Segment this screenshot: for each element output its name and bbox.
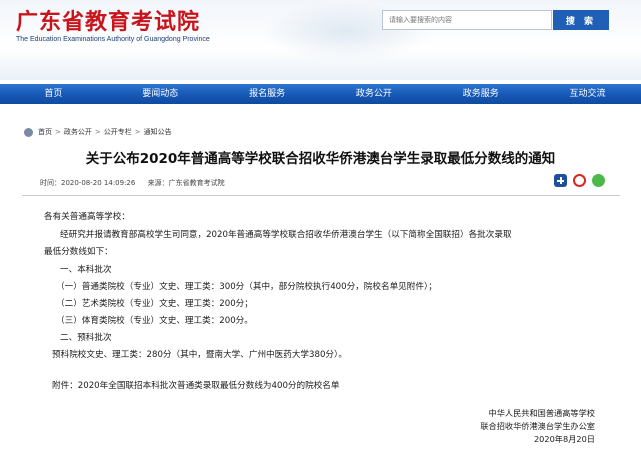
- breadcrumb-notices[interactable]: 通知公告: [144, 127, 172, 137]
- article-source: 来源：广东省教育考试院: [148, 179, 225, 187]
- item-sports: （三）体育类院校（专业）文史、理工类：200分。: [56, 315, 253, 327]
- site-header: 广东省教育考试院 The Education Examinations Auth…: [0, 0, 641, 80]
- main-nav: 首页 要闻动态 报名服务 政务公开 政务服务 互动交流: [0, 84, 641, 104]
- site-title[interactable]: 广东省教育考试院: [16, 4, 200, 36]
- signature: 中华人民共和国普通高等学校 联合招收华侨港澳台学生办公室 2020年8月20日: [480, 407, 595, 446]
- attachment-link[interactable]: 附件：2020年全国联招本科批次普通类录取最低分数线为400分的院校名单: [52, 380, 340, 392]
- nav-government-services[interactable]: 政务服务: [427, 84, 534, 104]
- section-heading-prep: 二、预科批次: [60, 332, 112, 344]
- share-bar: [554, 174, 605, 187]
- breadcrumb-separator: >: [95, 128, 101, 136]
- breadcrumb-separator: >: [135, 128, 141, 136]
- search-button[interactable]: 搜 索: [553, 10, 609, 30]
- nav-home[interactable]: 首页: [0, 84, 107, 104]
- weibo-share-icon[interactable]: [573, 174, 586, 187]
- page: 广东省教育考试院 The Education Examinations Auth…: [0, 0, 641, 463]
- site-subtitle: The Education Examinations Authority of …: [16, 36, 210, 43]
- body-paragraph-cont: 最低分数线如下：: [44, 246, 113, 258]
- search-input[interactable]: [382, 10, 552, 30]
- article-meta: 时间：2020-08-20 14:09:26 来源：广东省教育考试院: [40, 178, 235, 188]
- nav-news[interactable]: 要闻动态: [107, 84, 214, 104]
- nav-public-affairs[interactable]: 政务公开: [320, 84, 427, 104]
- breadcrumb-home[interactable]: 首页: [38, 127, 52, 137]
- signature-line: 中华人民共和国普通高等学校: [480, 407, 595, 420]
- breadcrumb-public-affairs[interactable]: 政务公开: [64, 127, 92, 137]
- breadcrumb-column[interactable]: 公开专栏: [104, 127, 132, 137]
- share-plus-icon[interactable]: [554, 174, 567, 187]
- publish-time: 时间：2020-08-20 14:09:26: [40, 179, 135, 187]
- salutation: 各有关普通高等学校：: [44, 211, 130, 223]
- home-icon: [24, 128, 33, 137]
- item-general: （一）普通类院校（专业）文史、理工类：300分（其中，部分院校执行400分，院校…: [56, 281, 437, 293]
- article-title: 关于公布2020年普通高等学校联合招收华侨港澳台学生录取最低分数线的通知: [0, 147, 641, 167]
- item-art: （二）艺术类院校（专业）文史、理工类：200分；: [56, 298, 253, 310]
- signature-line: 联合招收华侨港澳台学生办公室: [480, 420, 595, 433]
- nav-registration[interactable]: 报名服务: [214, 84, 321, 104]
- signature-date: 2020年8月20日: [480, 433, 595, 446]
- wechat-share-icon[interactable]: [592, 174, 605, 187]
- item-prep: 预科院校文史、理工类：280分（其中，暨南大学、广州中医药大学380分）。: [52, 349, 347, 361]
- divider: [22, 195, 620, 196]
- breadcrumb: 首页 > 政务公开 > 公开专栏 > 通知公告: [24, 127, 172, 137]
- section-heading-undergrad: 一、本科批次: [60, 264, 112, 276]
- breadcrumb-separator: >: [55, 128, 61, 136]
- nav-interaction[interactable]: 互动交流: [534, 84, 641, 104]
- body-paragraph: 经研究并报请教育部高校学生司同意，2020年普通高等学校联合招收华侨港澳台学生（…: [60, 229, 512, 241]
